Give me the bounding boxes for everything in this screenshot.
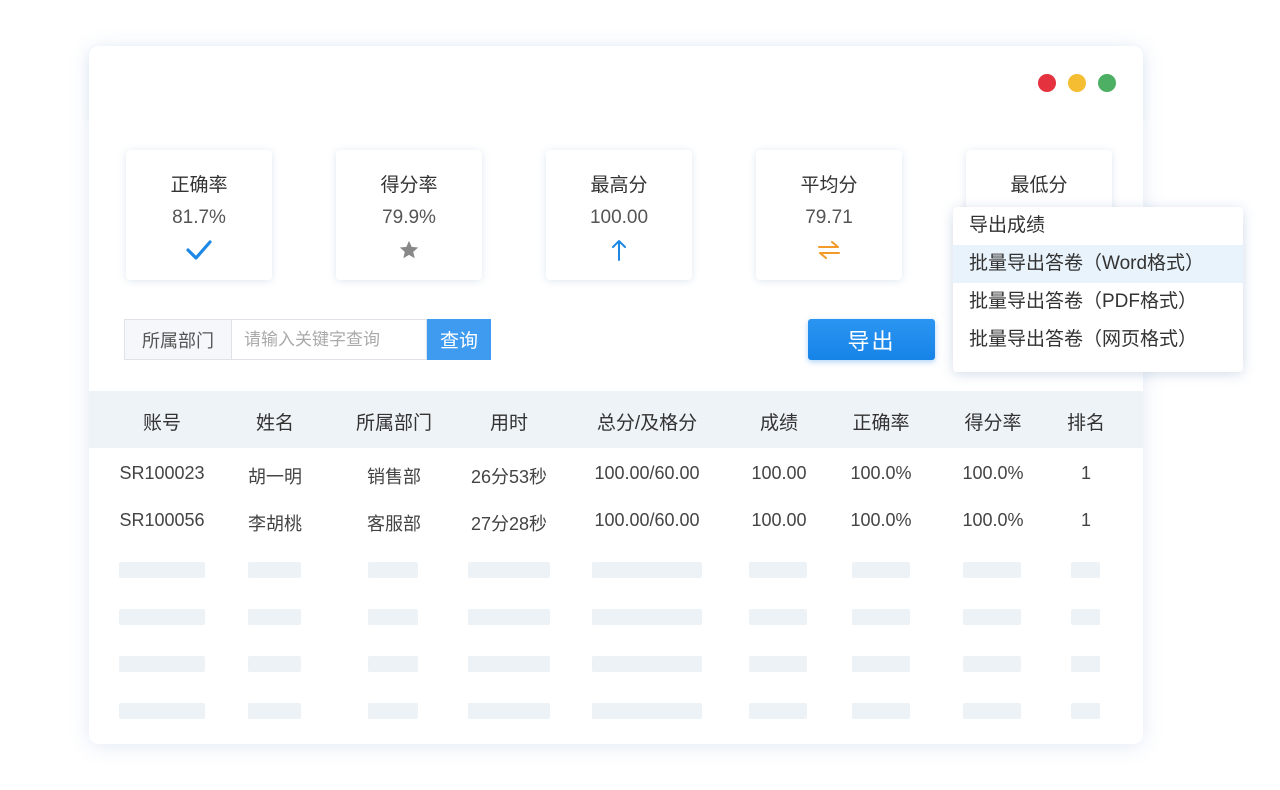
skeleton-bar <box>1071 703 1100 719</box>
table-row[interactable]: SR100023 胡一明 销售部 26分53秒 100.00/60.00 100… <box>89 455 1143 495</box>
stat-label: 最低分 <box>1010 175 1068 196</box>
close-button[interactable] <box>1038 74 1056 92</box>
skeleton-bar <box>248 609 301 625</box>
export-dropdown-menu: 导出成绩 批量导出答卷（Word格式） 批量导出答卷（PDF格式） 批量导出答卷… <box>953 207 1243 372</box>
menu-item-export-scores[interactable]: 导出成绩 <box>953 207 1243 245</box>
column-header[interactable]: 总分/及格分 <box>597 408 697 435</box>
column-header[interactable]: 用时 <box>490 408 528 435</box>
stat-value: 79.71 <box>805 207 853 228</box>
skeleton-bar <box>852 609 910 625</box>
skeleton-bar <box>468 656 550 672</box>
skeleton-bar <box>963 609 1021 625</box>
menu-item-export-web[interactable]: 批量导出答卷（网页格式） <box>953 321 1243 359</box>
stat-card-score-rate: 得分率 79.9% <box>336 150 482 280</box>
cell-accuracy: 100.0% <box>850 463 912 483</box>
app-window: 正确率 81.7% 得分率 79.9% 最高分 100.00 平均分 79.71 <box>89 46 1143 744</box>
cell-account: SR100023 <box>119 463 205 483</box>
cell-score: 100.00 <box>751 463 807 483</box>
skeleton-bar <box>1071 656 1100 672</box>
table-header: 账号 姓名 所属部门 用时 总分/及格分 成绩 正确率 得分率 排名 <box>89 391 1143 448</box>
menu-item-export-pdf[interactable]: 批量导出答卷（PDF格式） <box>953 283 1243 321</box>
table-row[interactable]: SR100056 李胡桃 客服部 27分28秒 100.00/60.00 100… <box>89 502 1143 542</box>
star-icon <box>336 235 482 265</box>
minimize-button[interactable] <box>1068 74 1086 92</box>
skeleton-bar <box>1071 562 1100 578</box>
skeleton-bar <box>248 703 301 719</box>
skeleton-bar <box>1071 609 1100 625</box>
stat-card-highest: 最高分 100.00 <box>546 150 692 280</box>
stat-label: 得分率 <box>380 175 438 196</box>
skeleton-bar <box>963 562 1021 578</box>
arrow-up-icon <box>546 235 692 265</box>
skeleton-bar <box>963 656 1021 672</box>
cell-time: 27分28秒 <box>470 514 548 534</box>
skeleton-bar <box>368 656 418 672</box>
skeleton-bar <box>963 703 1021 719</box>
search-bar: 所属部门 查询 <box>124 319 491 360</box>
skeleton-bar <box>852 562 910 578</box>
cell-account: SR100056 <box>119 510 205 530</box>
cell-score-rate: 100.0% <box>962 463 1024 483</box>
stat-label: 平均分 <box>800 175 858 196</box>
search-input[interactable] <box>231 319 427 360</box>
skeleton-bar <box>368 609 418 625</box>
skeleton-bar <box>468 609 550 625</box>
skeleton-bar <box>592 703 702 719</box>
query-button[interactable]: 查询 <box>427 319 491 360</box>
cell-score-rate: 100.0% <box>962 510 1024 530</box>
skeleton-bar <box>749 562 807 578</box>
column-header[interactable]: 排名 <box>1067 408 1105 435</box>
cell-name: 李胡桃 <box>248 514 302 534</box>
swap-icon <box>756 235 902 265</box>
skeleton-bar <box>119 562 205 578</box>
cell-department: 客服部 <box>367 514 421 534</box>
stat-label: 正确率 <box>170 175 228 196</box>
skeleton-bar <box>468 703 550 719</box>
skeleton-bar <box>749 656 807 672</box>
stat-label: 最高分 <box>590 175 648 196</box>
column-header[interactable]: 账号 <box>143 408 181 435</box>
skeleton-bar <box>368 562 418 578</box>
menu-item-export-word[interactable]: 批量导出答卷（Word格式） <box>953 245 1243 283</box>
cell-time: 26分53秒 <box>470 467 548 487</box>
column-header[interactable]: 所属部门 <box>356 408 432 435</box>
skeleton-bar <box>592 609 702 625</box>
cell-score: 100.00 <box>751 510 807 530</box>
department-filter[interactable]: 所属部门 <box>124 319 231 360</box>
cell-accuracy: 100.0% <box>850 510 912 530</box>
skeleton-bar <box>592 656 702 672</box>
cell-name: 胡一明 <box>248 467 302 487</box>
skeleton-bar <box>248 656 301 672</box>
cell-rank: 1 <box>1080 510 1092 530</box>
skeleton-bar <box>248 562 301 578</box>
stat-value: 100.00 <box>589 207 649 228</box>
title-bar <box>89 46 1143 116</box>
skeleton-bar <box>749 609 807 625</box>
skeleton-bar <box>592 562 702 578</box>
column-header[interactable]: 姓名 <box>256 408 294 435</box>
cell-department: 销售部 <box>367 467 421 487</box>
cell-total-pass: 100.00/60.00 <box>594 510 700 530</box>
stat-card-accuracy: 正确率 81.7% <box>126 150 272 280</box>
skeleton-bar <box>119 656 205 672</box>
skeleton-bar <box>368 703 418 719</box>
skeleton-bar <box>468 562 550 578</box>
skeleton-bar <box>852 656 910 672</box>
skeleton-bar <box>749 703 807 719</box>
column-header[interactable]: 成绩 <box>760 408 798 435</box>
window-controls <box>1038 74 1116 92</box>
cell-rank: 1 <box>1080 463 1092 483</box>
skeleton-bar <box>119 703 205 719</box>
column-header[interactable]: 得分率 <box>964 408 1021 435</box>
column-header[interactable]: 正确率 <box>852 408 909 435</box>
stat-card-average: 平均分 79.71 <box>756 150 902 280</box>
stat-value: 81.7% <box>172 207 226 228</box>
cell-total-pass: 100.00/60.00 <box>594 463 700 483</box>
stat-value: 79.9% <box>382 207 436 228</box>
export-button[interactable]: 导出 <box>808 319 935 360</box>
check-icon <box>126 235 272 265</box>
skeleton-bar <box>852 703 910 719</box>
maximize-button[interactable] <box>1098 74 1116 92</box>
skeleton-bar <box>119 609 205 625</box>
